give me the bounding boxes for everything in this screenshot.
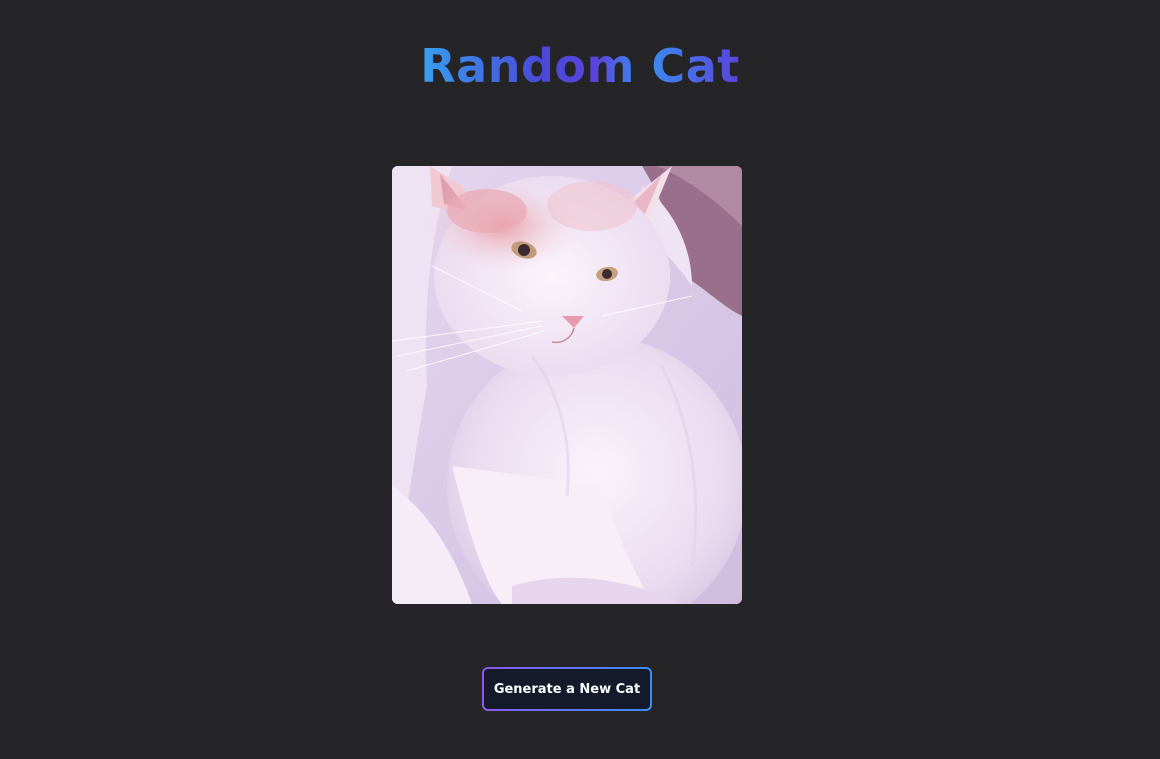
cat-image [392, 166, 742, 604]
page: Random Cat Generate a New Cat [0, 0, 1160, 759]
page-title-text: Random Cat [420, 39, 740, 93]
generate-new-cat-button[interactable]: Generate a New Cat [482, 667, 652, 711]
cat-image-art [392, 166, 742, 604]
page-title: Random Cat [0, 36, 1160, 96]
